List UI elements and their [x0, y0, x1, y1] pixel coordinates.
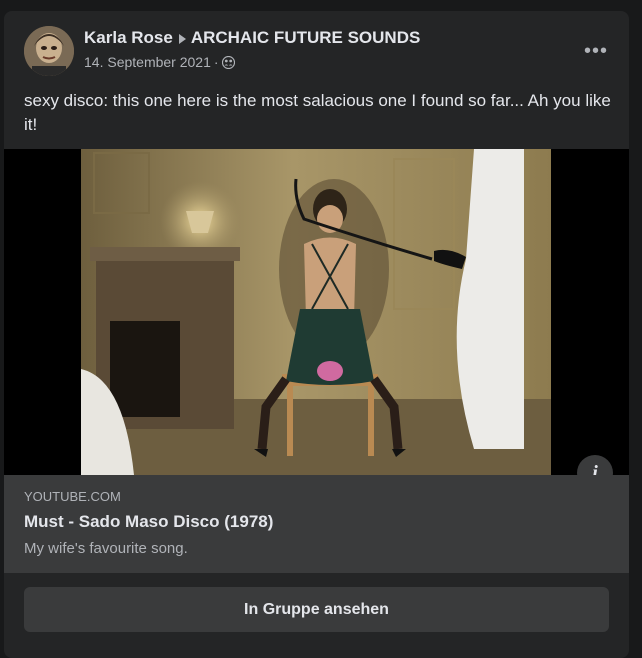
post-text: sexy disco: this one here is the most sa… — [24, 91, 611, 134]
group-name[interactable]: ARCHAIC FUTURE SOUNDS — [191, 28, 421, 48]
avatar-image — [24, 26, 74, 76]
more-options-icon: ••• — [583, 39, 608, 62]
view-in-group-button[interactable]: In Gruppe ansehen — [24, 587, 609, 632]
video-thumbnail-image — [4, 149, 629, 475]
post-meta: 14. September 2021 · — [84, 54, 235, 70]
post-card: Karla Rose ARCHAIC FUTURE SOUNDS 14. Sep… — [4, 11, 629, 658]
link-domain: YOUTUBE.COM — [24, 489, 121, 504]
members-icon — [221, 55, 235, 69]
author-name[interactable]: Karla Rose — [84, 28, 173, 48]
author-line: Karla Rose ARCHAIC FUTURE SOUNDS — [84, 28, 420, 48]
link-description: My wife's favourite song. — [24, 540, 188, 557]
video-thumbnail[interactable] — [4, 149, 629, 475]
caret-right-icon — [175, 31, 189, 45]
link-title[interactable]: Must - Sado Maso Disco (1978) — [24, 512, 273, 532]
avatar[interactable] — [24, 26, 74, 76]
link-preview[interactable]: YOUTUBE.COM Must - Sado Maso Disco (1978… — [4, 475, 629, 573]
post-date[interactable]: 14. September 2021 — [84, 54, 211, 70]
more-options-button[interactable]: ••• — [578, 33, 614, 69]
post-header: Karla Rose ARCHAIC FUTURE SOUNDS 14. Sep… — [4, 11, 629, 91]
meta-separator: · — [213, 54, 219, 70]
